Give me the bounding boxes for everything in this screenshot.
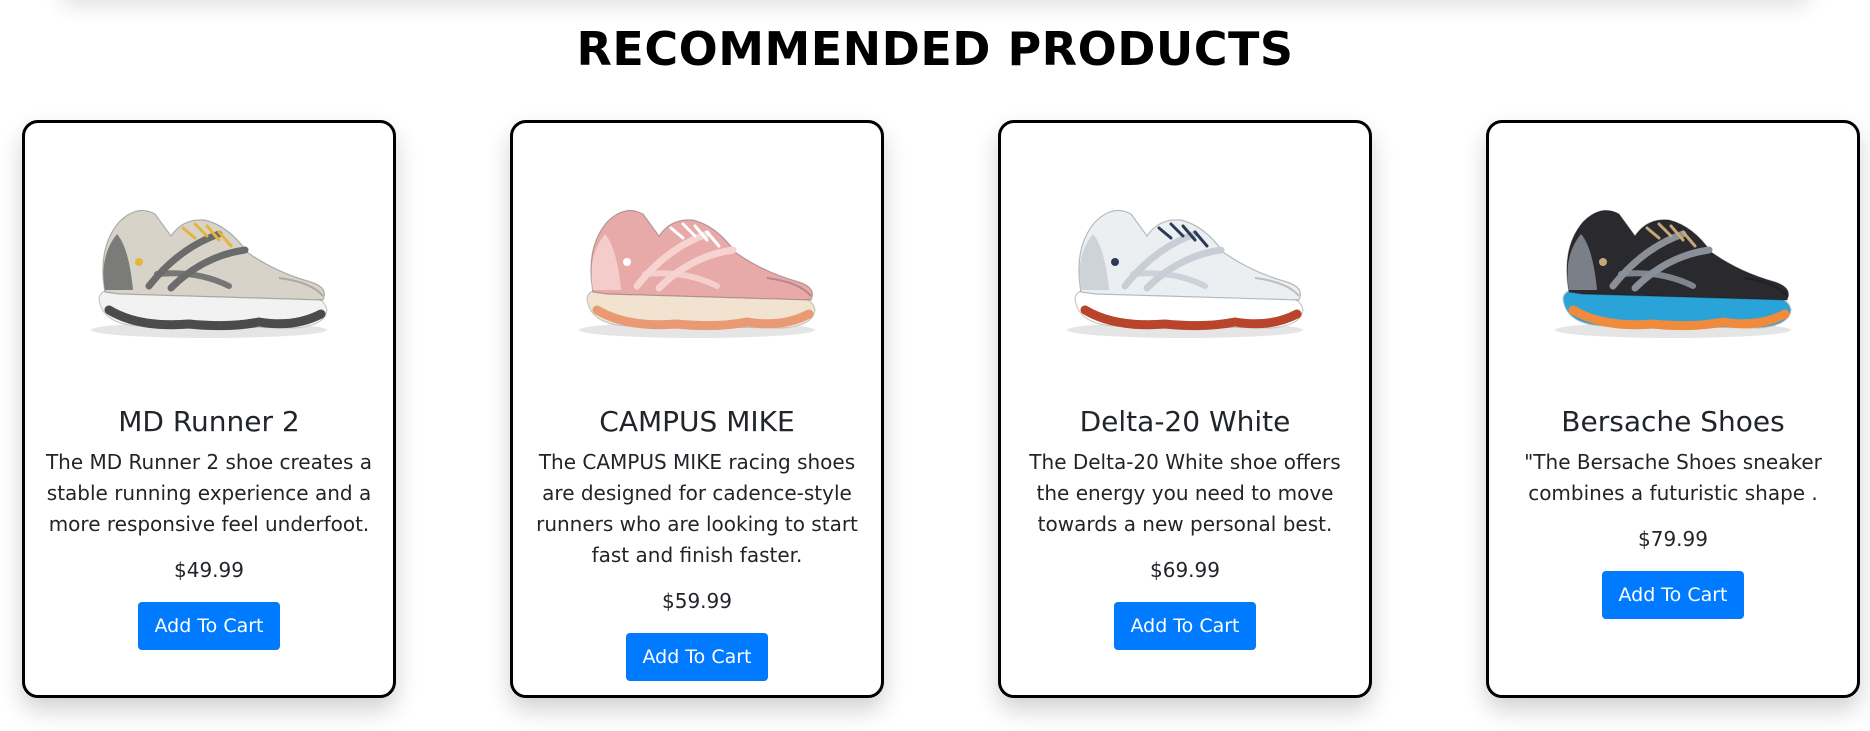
product-description: The CAMPUS MIKE racing shoes are designe… (536, 449, 858, 567)
product-description: The Delta-20 White shoe offers the energ… (1029, 449, 1341, 536)
shoe-pink-icon[interactable] (547, 143, 847, 383)
product-description: "The Bersache Shoes sneaker combines a f… (1524, 449, 1822, 505)
add-to-cart-button[interactable]: Add To Cart (138, 601, 280, 650)
product-price: $79.99 (1638, 526, 1708, 551)
shoe-black-blue-icon[interactable] (1523, 143, 1823, 383)
product-card: CAMPUS MIKE The CAMPUS MIKE racing shoes… (510, 120, 884, 698)
product-name: Bersache Shoes (1561, 405, 1785, 438)
product-price: $69.99 (1150, 557, 1220, 582)
product-card: Bersache Shoes "The Bersache Shoes sneak… (1486, 120, 1860, 698)
shoe-white-red-icon[interactable] (1035, 143, 1335, 383)
add-to-cart-button[interactable]: Add To Cart (1602, 570, 1744, 619)
product-name: MD Runner 2 (118, 405, 300, 438)
product-card: MD Runner 2 The MD Runner 2 shoe creates… (22, 120, 396, 698)
product-price: $49.99 (174, 557, 244, 582)
add-to-cart-button[interactable]: Add To Cart (626, 632, 768, 681)
add-to-cart-button[interactable]: Add To Cart (1114, 601, 1256, 650)
shoe-beige-gray-icon[interactable] (59, 143, 359, 383)
product-name: Delta-20 White (1079, 405, 1291, 438)
product-description: The MD Runner 2 shoe creates a stable ru… (45, 449, 373, 536)
product-list: MD Runner 2 The MD Runner 2 shoe creates… (0, 0, 1870, 731)
product-price: $59.99 (662, 588, 732, 613)
product-card: Delta-20 White The Delta-20 White shoe o… (998, 120, 1372, 698)
product-name: CAMPUS MIKE (599, 405, 795, 438)
